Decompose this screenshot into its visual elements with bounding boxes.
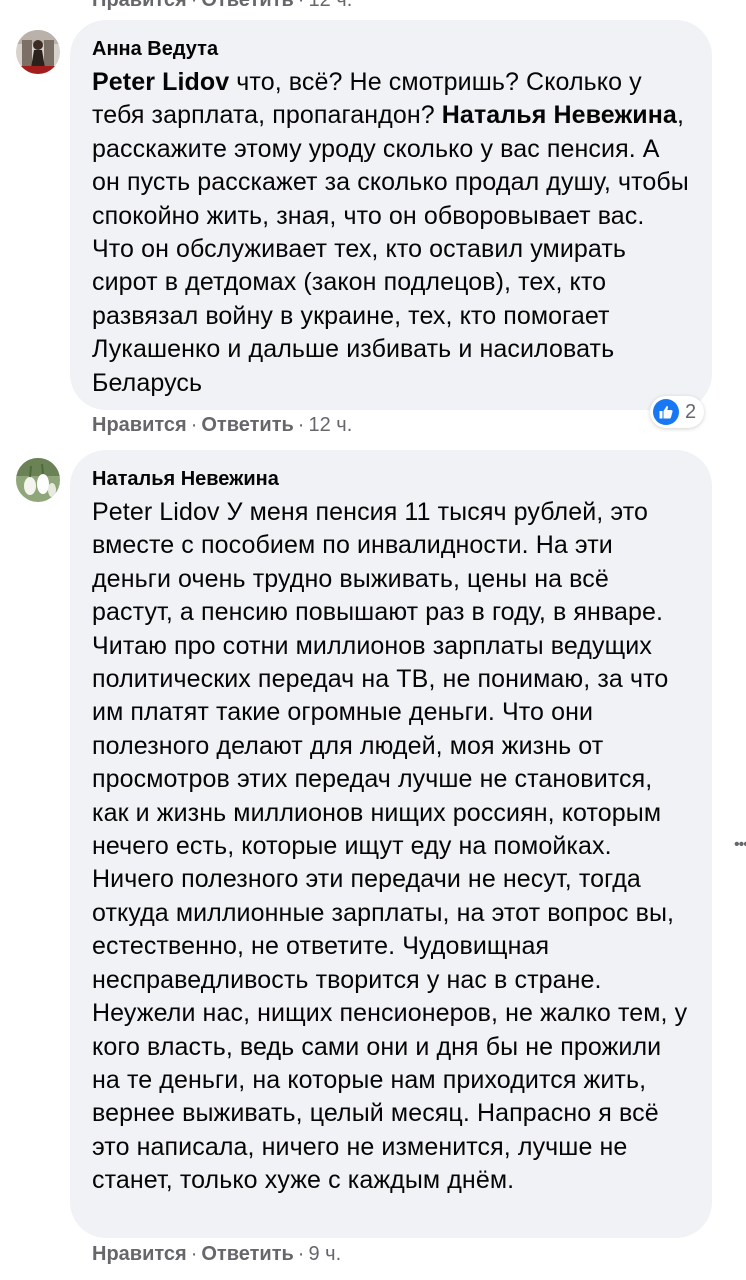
- like-button[interactable]: Нравится: [92, 414, 187, 436]
- separator: ·: [297, 0, 305, 11]
- reply-button[interactable]: Ответить: [201, 1243, 293, 1265]
- avatar[interactable]: [16, 30, 60, 74]
- comments-thread: Нравится · Ответить · 12 ч. Анна Ведута Pete…: [0, 0, 746, 1280]
- separator: ·: [190, 0, 198, 11]
- profile-photo-icon: [16, 458, 60, 502]
- comment-text: Peter Lidov что, всё? Не смотришь? Сколь…: [92, 66, 690, 400]
- reply-button[interactable]: Ответить: [201, 0, 293, 11]
- comment-author[interactable]: Наталья Невежина: [92, 466, 690, 492]
- separator: ·: [297, 414, 305, 436]
- reaction-count: 2: [685, 400, 697, 423]
- more-options-icon[interactable]: •••: [734, 836, 746, 854]
- comment-time: 12 ч.: [308, 414, 353, 436]
- comment-bubble: Наталья Невежина Peter Lidov У меня пенс…: [70, 450, 712, 1238]
- reply-button[interactable]: Ответить: [201, 414, 293, 436]
- comment-time: 9 ч.: [308, 1243, 342, 1265]
- comment-actions: Нравится · Ответить · 9 ч.: [92, 1242, 341, 1266]
- comment-actions: Нравится · Ответить · 12 ч.: [92, 413, 352, 437]
- previous-comment-actions: Нравится · Ответить · 12 ч.: [92, 0, 352, 12]
- separator: ·: [190, 414, 198, 436]
- like-button[interactable]: Нравится: [92, 1243, 187, 1265]
- comment-time: 12 ч.: [308, 0, 353, 11]
- profile-photo-icon: [16, 30, 60, 74]
- like-icon: [653, 399, 679, 425]
- separator: ·: [190, 1243, 198, 1265]
- comment-author[interactable]: Анна Ведута: [92, 36, 690, 62]
- comment-text-part: , расскажите этому уроду сколько у вас п…: [92, 101, 689, 397]
- avatar[interactable]: [16, 458, 60, 502]
- like-button[interactable]: Нравится: [92, 0, 187, 11]
- separator: ·: [297, 1243, 305, 1265]
- comment-text: Peter Lidov У меня пенсия 11 тысяч рубле…: [92, 498, 688, 1195]
- mention-link[interactable]: Наталья Невежина: [442, 101, 677, 129]
- reaction-summary[interactable]: 2: [650, 396, 705, 428]
- comment-bubble: Анна Ведута Peter Lidov что, всё? Не смо…: [70, 20, 712, 410]
- mention-link[interactable]: Peter Lidov: [92, 68, 229, 96]
